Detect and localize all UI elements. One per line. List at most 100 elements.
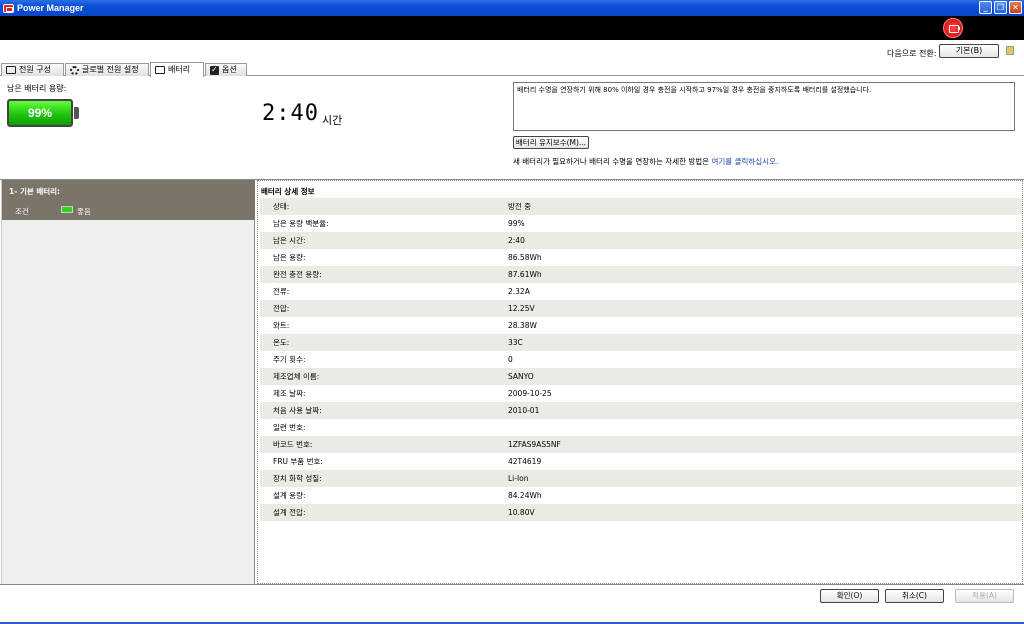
battery-list-panel: 1- 기본 배터리: 조건 좋음 (1, 180, 255, 584)
detail-value: 1ZFAS9AS5NF (508, 440, 561, 449)
detail-value: 33C (508, 338, 523, 347)
click-here-link[interactable]: 여기를 클릭하십시오. (711, 157, 778, 166)
table-row: 남은 용량: 86.58Wh (260, 249, 1022, 266)
ok-button[interactable]: 확인(O) (820, 589, 879, 603)
tab-global-power-settings[interactable]: 글로벌 전원 설정 (65, 63, 149, 76)
detail-label: 바코드 번호: (273, 440, 313, 449)
detail-label: 남은 시간: (273, 236, 306, 245)
tab-options[interactable]: 옵션 (205, 63, 247, 76)
table-row: 처음 사용 날짜: 2010-01 (260, 402, 1022, 419)
battery-outline-icon (6, 66, 16, 74)
apply-button[interactable]: 적용(A) (955, 589, 1014, 603)
checkbox-icon (210, 64, 219, 76)
battery-summary-panel: 남은 배터리 용량: 99% 2:40 시간 배터리 수명을 연장하기 위해 8… (0, 76, 1024, 180)
primary-battery-item[interactable]: 1- 기본 배터리: 조건 좋음 (2, 180, 255, 220)
table-row: 바코드 번호: 1ZFAS9AS5NF (260, 436, 1022, 453)
remaining-capacity-label: 남은 배터리 용량: (7, 84, 67, 93)
table-row: 제조업체 이름: SANYO (260, 368, 1022, 385)
battery-gauge-tip (74, 107, 79, 119)
table-row: 완전 충전 용량: 87.61Wh (260, 266, 1022, 283)
detail-value: 42T4619 (508, 457, 542, 466)
condition-value: 좋음 (77, 207, 91, 216)
detail-label: 와트: (273, 321, 290, 330)
detail-value: 2:40 (508, 236, 525, 245)
detail-value: 2010-01 (508, 406, 540, 415)
details-table: 상태: 방전 중남은 용량 백분율: 99% 남은 시간: 2:40 남은 용량: 86.5… (260, 198, 1022, 521)
detail-value: 87.61Wh (508, 270, 542, 279)
table-row: 남은 시간: 2:40 (260, 232, 1022, 249)
detail-label: 주기 횟수: (273, 355, 306, 364)
detail-value: 86.58Wh (508, 253, 542, 262)
detail-value: Li-Ion (508, 474, 529, 483)
primary-battery-title: 1- 기본 배터리: (9, 187, 61, 196)
battery-details-panel: 배터리 상세 정보 상태: 방전 중남은 용량 백분율: 99% 남은 시간: 2:40… (257, 180, 1023, 584)
detail-value: 12.25V (508, 304, 535, 313)
detail-label: 상태: (273, 202, 290, 211)
close-button[interactable]: ✕ (1009, 1, 1022, 14)
detail-label: 제조 날짜: (273, 389, 306, 398)
remaining-time-unit: 시간 (322, 114, 343, 127)
detail-label: 제조업체 이름: (273, 372, 320, 381)
gear-icon (70, 65, 79, 75)
table-row: 온도: 33C (260, 334, 1022, 351)
detail-label: 온도: (273, 338, 290, 347)
detail-label: FRU 부품 번호: (273, 457, 323, 466)
battery-maintenance-button[interactable]: 배터리 유지보수(M)... (513, 136, 589, 149)
battery-help-text: 새 배터리가 필요하거나 배터리 수명을 연장하는 자세한 방법은 여기를 클릭… (513, 157, 779, 166)
detail-value: 10.80V (508, 508, 535, 517)
battery-percent: 99% (27, 106, 53, 120)
minimize-button[interactable]: _ (979, 1, 992, 14)
table-row: 와트: 28.38W (260, 317, 1022, 334)
details-title: 배터리 상세 정보 (261, 187, 315, 196)
battery-message-box: 배터리 수명을 연장하기 위해 80% 이하일 경우 충전을 시작하고 97%일… (513, 82, 1015, 131)
cancel-button[interactable]: 취소(C) (885, 589, 944, 603)
detail-value: 0 (508, 355, 513, 364)
tab-bar: 전원 구성 글로벌 전원 설정 배터리 옵션 (0, 62, 1024, 77)
detail-label: 완전 충전 용량: (273, 270, 322, 279)
tab-power-plan[interactable]: 전원 구성 (1, 63, 64, 76)
detail-label: 남은 용량 백분율: (273, 219, 329, 228)
window-controls: _ ❐ ✕ (979, 1, 1022, 14)
condition-label: 조건 (15, 207, 29, 216)
detail-value: 99% (508, 219, 525, 228)
table-row: 상태: 방전 중 (260, 198, 1022, 215)
table-row: 전압: 12.25V (260, 300, 1022, 317)
help-book-icon[interactable] (1006, 46, 1014, 55)
detail-value: 28.38W (508, 321, 537, 330)
detail-label: 장치 화학 성질: (273, 474, 322, 483)
table-row: 제조 날짜: 2009-10-25 (260, 385, 1022, 402)
detail-label: 전류: (273, 287, 290, 296)
switch-label: 다음으로 전환: (887, 49, 937, 58)
battery-condition-icon (61, 206, 73, 213)
switch-basic-button[interactable]: 기본(B) (939, 44, 999, 58)
remaining-time: 2:40 (262, 101, 319, 126)
switch-row: 다음으로 전환: 기본(B) (0, 40, 1024, 62)
detail-value: 84.24Wh (508, 491, 542, 500)
table-row: 설계 전압: 10.80V (260, 504, 1022, 521)
tab-battery[interactable]: 배터리 (150, 62, 204, 77)
detail-label: 설계 전압: (273, 508, 306, 517)
table-row: 설계 용량: 84.24Wh (260, 487, 1022, 504)
battery-status-icon (943, 18, 963, 38)
detail-label: 처음 사용 날짜: (273, 406, 322, 415)
detail-value: 2.32A (508, 287, 530, 296)
table-row: 주기 횟수: 0 (260, 351, 1022, 368)
window-title: Power Manager (17, 3, 84, 13)
detail-label: 일련 번호: (273, 423, 306, 432)
table-row: 일련 번호: (260, 419, 1022, 436)
detail-value: 2009-10-25 (508, 389, 552, 398)
table-row: 남은 용량 백분율: 99% (260, 215, 1022, 232)
detail-value: SANYO (508, 372, 534, 381)
detail-value: 방전 중 (508, 202, 532, 211)
app-icon (3, 3, 14, 13)
battery-outline-icon (155, 66, 165, 74)
detail-label: 남은 용량: (273, 253, 306, 262)
table-row: FRU 부품 번호: 42T4619 (260, 453, 1022, 470)
table-row: 장치 화학 성질: Li-Ion (260, 470, 1022, 487)
title-bar[interactable]: Power Manager _ ❐ ✕ (0, 0, 1024, 16)
dialog-button-bar: 확인(O) 취소(C) 적용(A) (0, 584, 1024, 624)
header-banner (0, 16, 1024, 40)
detail-label: 전압: (273, 304, 290, 313)
maximize-button[interactable]: ❐ (994, 1, 1007, 14)
table-row: 전류: 2.32A (260, 283, 1022, 300)
